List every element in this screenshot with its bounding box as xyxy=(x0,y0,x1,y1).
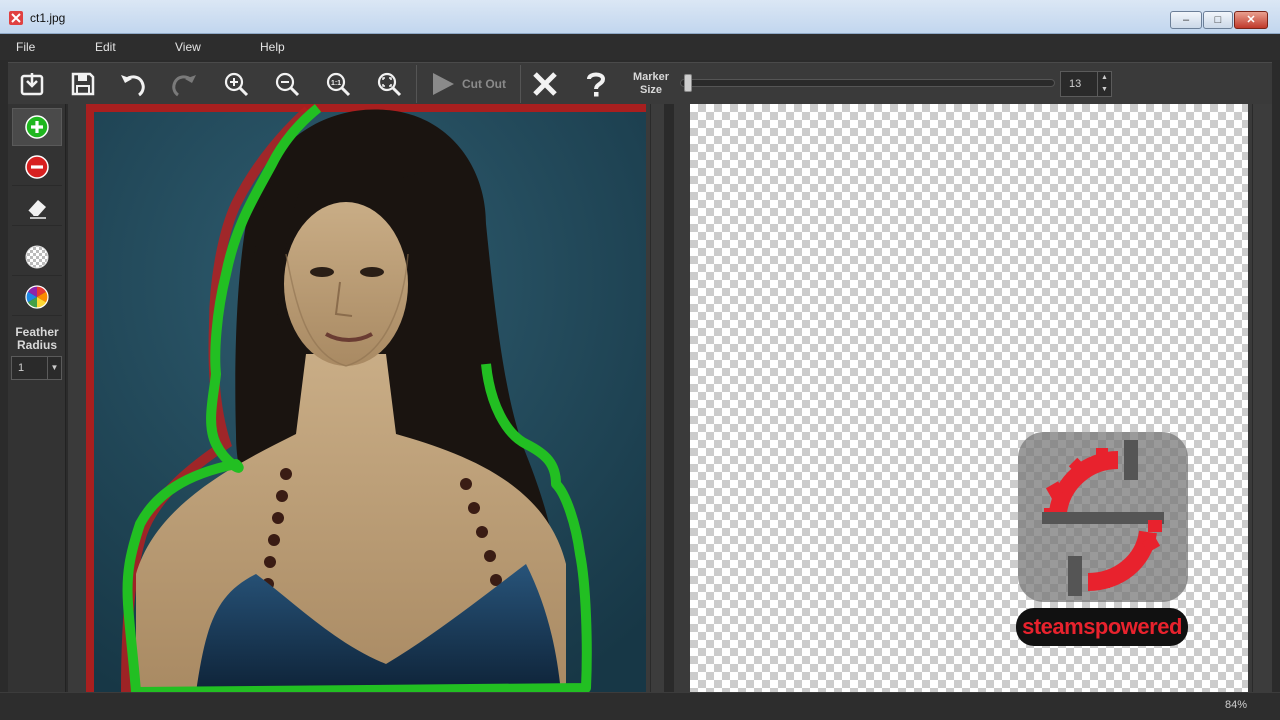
marker-size-label: Marker Size xyxy=(632,71,670,96)
menu-view[interactable]: View xyxy=(175,40,201,54)
window-title: ct1.jpg xyxy=(30,11,66,25)
maximize-button[interactable]: □ xyxy=(1203,11,1233,29)
eraser-icon xyxy=(27,199,46,219)
save-button[interactable] xyxy=(65,67,101,101)
transparent-bg-icon xyxy=(25,245,49,268)
zoom-in-icon xyxy=(224,72,249,97)
status-bar: 84% xyxy=(0,692,1280,720)
watermark-text: steamspowered xyxy=(1022,614,1182,639)
marker-size-value: 13 xyxy=(1069,78,1082,90)
photo-illustration xyxy=(86,104,646,692)
source-canvas[interactable] xyxy=(68,104,664,692)
undo-icon xyxy=(121,75,145,97)
svg-text:1:1: 1:1 xyxy=(331,80,341,87)
toolbar-separator xyxy=(416,65,417,103)
redo-icon xyxy=(172,75,196,97)
watermark-logo-box xyxy=(1018,432,1188,602)
color-bg-tool[interactable] xyxy=(12,278,62,316)
zoom-in-button[interactable] xyxy=(218,67,254,101)
app-window: ct1.jpg – □ ✕ File Edit View Help 1:1 Cu… xyxy=(0,0,1280,720)
add-marker-icon xyxy=(25,115,49,139)
help-button[interactable] xyxy=(578,67,614,101)
toolbar: 1:1 Cut Out Marker Size 13 ▲ ▼ xyxy=(8,62,1272,104)
undo-button[interactable] xyxy=(115,67,151,101)
color-bg-icon xyxy=(25,284,49,309)
toolbar-separator xyxy=(520,65,521,103)
watermark-logo: steamspowered xyxy=(1016,432,1192,652)
remove-marker-icon xyxy=(25,154,49,179)
spin-up-icon[interactable]: ▲ xyxy=(1098,72,1111,84)
zoom-actual-icon: 1:1 xyxy=(326,72,351,97)
help-icon xyxy=(587,72,606,97)
chevron-down-icon[interactable]: ▼ xyxy=(47,357,61,379)
zoom-fit-icon xyxy=(377,72,402,97)
zoom-out-icon xyxy=(275,72,300,97)
source-scrollbar[interactable] xyxy=(650,104,664,692)
remove-marker-tool[interactable] xyxy=(12,148,62,186)
zoom-fit-button[interactable] xyxy=(371,67,407,101)
marker-size-slider[interactable] xyxy=(680,79,1055,87)
gear-icon xyxy=(1042,440,1164,596)
zoom-out-button[interactable] xyxy=(269,67,305,101)
panel-divider[interactable] xyxy=(664,104,674,692)
play-icon xyxy=(433,73,454,95)
transparent-bg-tool[interactable] xyxy=(12,238,62,276)
close-x-icon xyxy=(533,72,557,96)
open-button[interactable] xyxy=(14,67,50,101)
spin-down-icon[interactable]: ▼ xyxy=(1098,84,1111,96)
menu-file[interactable]: File xyxy=(16,40,35,54)
marker-size-spinbox[interactable]: 13 ▲ ▼ xyxy=(1060,71,1112,97)
clear-button[interactable] xyxy=(527,67,563,101)
add-marker-tool[interactable] xyxy=(12,108,62,146)
spin-arrows[interactable]: ▲ ▼ xyxy=(1097,72,1111,96)
redo-button[interactable] xyxy=(166,67,202,101)
save-icon xyxy=(71,72,95,96)
cut-out-button[interactable]: Cut Out xyxy=(430,69,522,99)
app-icon xyxy=(9,11,23,25)
menu-edit[interactable]: Edit xyxy=(95,40,116,54)
cut-out-label: Cut Out xyxy=(462,77,506,91)
zoom-actual-button[interactable]: 1:1 xyxy=(320,67,356,101)
menu-help[interactable]: Help xyxy=(260,40,285,54)
eraser-tool[interactable] xyxy=(12,188,62,226)
title-bar: ct1.jpg – □ ✕ xyxy=(0,0,1280,34)
minimize-button[interactable]: – xyxy=(1170,11,1202,29)
feather-radius-label: Feather Radius xyxy=(15,325,59,352)
feather-radius-select[interactable]: 1 ▼ xyxy=(11,356,62,380)
open-icon xyxy=(20,73,44,96)
source-image[interactable] xyxy=(86,104,646,692)
close-button[interactable]: ✕ xyxy=(1234,11,1268,29)
zoom-level: 84% xyxy=(1225,699,1248,711)
feather-radius-value: 1 xyxy=(18,362,25,374)
watermark-text-bar: steamspowered xyxy=(1016,608,1188,646)
result-scrollbar[interactable] xyxy=(1252,104,1272,692)
tool-panel: Feather Radius 1 ▼ xyxy=(8,104,66,692)
menu-bar: File Edit View Help xyxy=(0,34,1280,60)
marker-size-slider-thumb[interactable] xyxy=(684,74,692,92)
